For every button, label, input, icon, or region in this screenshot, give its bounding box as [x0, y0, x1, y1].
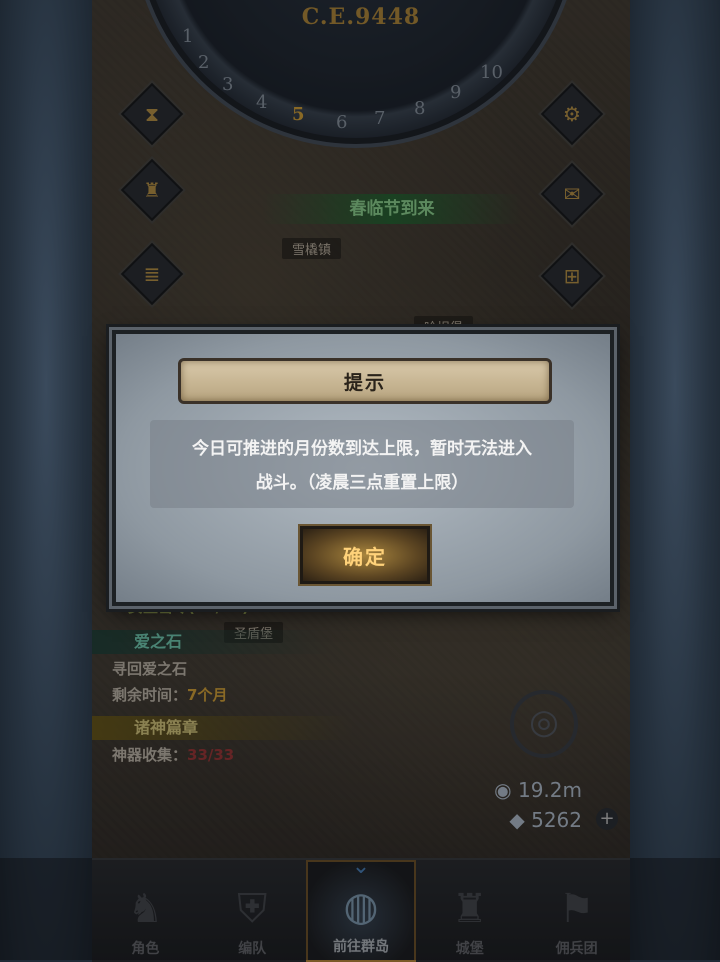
modal-overlay-nav	[0, 858, 720, 960]
dialog-title: 提示	[343, 371, 386, 394]
dialog-message-line2: 战斗。（凌晨三点重置上限）	[255, 473, 469, 493]
right-backdrop	[630, 0, 720, 960]
dialog-title-bar: 提示	[178, 358, 552, 404]
confirm-label: 确定	[343, 544, 387, 569]
notice-dialog: 提示 今日可推进的月份数到达上限，暂时无法进入 战斗。（凌晨三点重置上限） 确定	[112, 330, 614, 606]
dialog-message-line1: 今日可推进的月份数到达上限，暂时无法进入	[192, 439, 532, 459]
left-backdrop	[0, 0, 92, 960]
dialog-message: 今日可推进的月份数到达上限，暂时无法进入 战斗。（凌晨三点重置上限）	[156, 432, 568, 500]
confirm-button[interactable]: 确定	[300, 526, 430, 584]
